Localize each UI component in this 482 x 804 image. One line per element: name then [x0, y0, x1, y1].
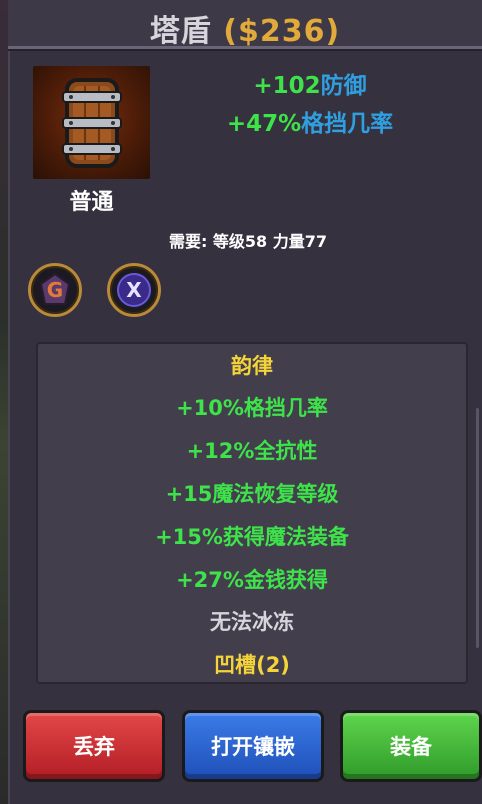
affix-line: +12%全抗性 — [186, 439, 318, 463]
tower-shield-icon — [62, 78, 122, 168]
affix-line: +15%获得魔法装备 — [155, 525, 349, 549]
stat-label: 防御 — [320, 73, 367, 99]
affix-special: 无法冰冻 — [210, 610, 294, 634]
main-stat-block: +47%格挡几率 — [160, 104, 460, 138]
gem-glyph: G — [46, 278, 64, 302]
affix-line: +27%金钱获得 — [176, 568, 328, 592]
stat-value: +102 — [253, 73, 321, 99]
open-socket-button[interactable]: 打开镶嵌 — [182, 710, 324, 782]
stat-label: 格挡几率 — [301, 111, 394, 137]
socket-gem-1[interactable]: G — [28, 263, 82, 317]
item-icon-frame — [33, 66, 150, 179]
item-title: 塔盾 ($236) — [8, 6, 482, 50]
socket-gem-2[interactable]: X — [107, 263, 161, 317]
item-name: 塔盾 — [149, 14, 212, 49]
affix-line: +15魔法恢复等级 — [165, 482, 339, 506]
affix-scrollbar[interactable] — [476, 408, 479, 648]
discard-button[interactable]: 丢弃 — [23, 710, 165, 782]
affix-line: +10%格挡几率 — [176, 396, 328, 420]
tooltip-header: 塔盾 ($236) — [8, 0, 482, 49]
socket-count: 凹槽(2) — [214, 653, 290, 677]
item-price: ($236) — [223, 14, 341, 49]
affix-title: 韵律 — [231, 354, 273, 378]
gem-glyph: X — [126, 278, 142, 302]
item-requirements: 需要: 等级58 力量77 — [168, 232, 328, 251]
main-stat-defense: +102防御 — [160, 66, 460, 100]
stat-value: +47% — [226, 111, 302, 137]
affix-list: 韵律 +10%格挡几率 +12%全抗性 +15魔法恢复等级 +15%获得魔法装备… — [36, 342, 468, 684]
equip-button[interactable]: 装备 — [340, 710, 482, 782]
item-rarity: 普通 — [69, 190, 114, 215]
